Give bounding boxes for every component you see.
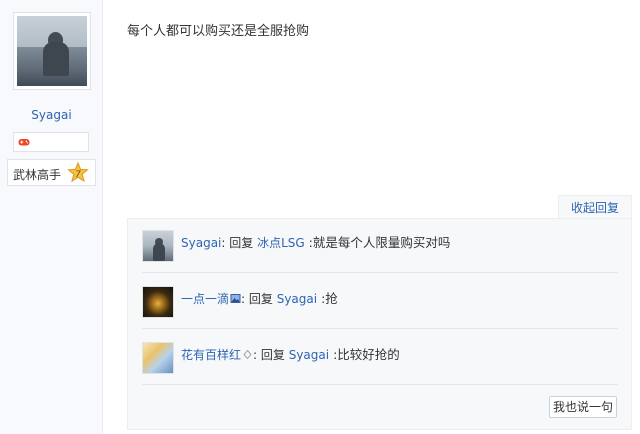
reply-item: Syagai: 回复 冰点LSG :就是每个人限量购买对吗 <box>142 219 618 273</box>
reply-nick[interactable]: 花有百样红 <box>181 348 241 362</box>
reply-text: 一点一滴: 回复 Syagai :抢 <box>181 288 338 307</box>
level-number: 7 <box>75 170 81 180</box>
reply-avatar[interactable] <box>142 342 174 374</box>
reply-text: 花有百样红: 回复 Syagai :比较好抢的 <box>181 344 400 363</box>
level-title: 武林高手 <box>13 168 62 182</box>
reply-word: 回复 <box>225 236 258 250</box>
reply-target[interactable]: 冰点LSG <box>257 236 305 250</box>
reply-avatar[interactable] <box>142 286 174 318</box>
reply-nick[interactable]: 一点一滴 <box>181 292 229 306</box>
level-star-icon: 7 <box>67 162 89 183</box>
replies-panel: Syagai: 回复 冰点LSG :就是每个人限量购买对吗 一点一滴: 回复 S… <box>127 218 632 430</box>
say-something-button[interactable]: 我也说一句 <box>549 396 617 418</box>
reply-content: :比较好抢的 <box>329 347 400 362</box>
reply-item: 花有百样红: 回复 Syagai :比较好抢的 <box>142 331 618 385</box>
avatar-image <box>17 16 87 86</box>
medal-box <box>13 132 89 152</box>
game-controller-icon[interactable] <box>18 136 30 148</box>
author-avatar[interactable] <box>13 12 91 90</box>
author-username[interactable]: Syagai <box>0 108 103 122</box>
reply-item: 一点一滴: 回复 Syagai :抢 <box>142 275 618 329</box>
reply-content: :抢 <box>317 291 338 306</box>
reply-word: 回复 <box>257 348 289 362</box>
reply-target[interactable]: Syagai <box>289 348 329 362</box>
reply-avatar[interactable] <box>142 230 174 262</box>
post-content: 每个人都可以购买还是全服抢购 <box>127 24 310 39</box>
diamond-emoji-icon <box>243 349 252 360</box>
reply-word: 回复 <box>245 292 277 306</box>
reply-nick[interactable]: Syagai <box>181 236 221 250</box>
reply-text: Syagai: 回复 冰点LSG :就是每个人限量购买对吗 <box>181 232 450 251</box>
reply-content: :就是每个人限量购买对吗 <box>304 235 451 250</box>
user-level-badge[interactable]: 武林高手 7 <box>7 159 96 186</box>
collapse-replies-button[interactable]: 收起回复 <box>558 195 632 219</box>
user-info-panel: Syagai 武林高手 7 <box>0 0 103 434</box>
reply-target[interactable]: Syagai <box>277 292 317 306</box>
picture-emoji-icon <box>230 294 241 303</box>
